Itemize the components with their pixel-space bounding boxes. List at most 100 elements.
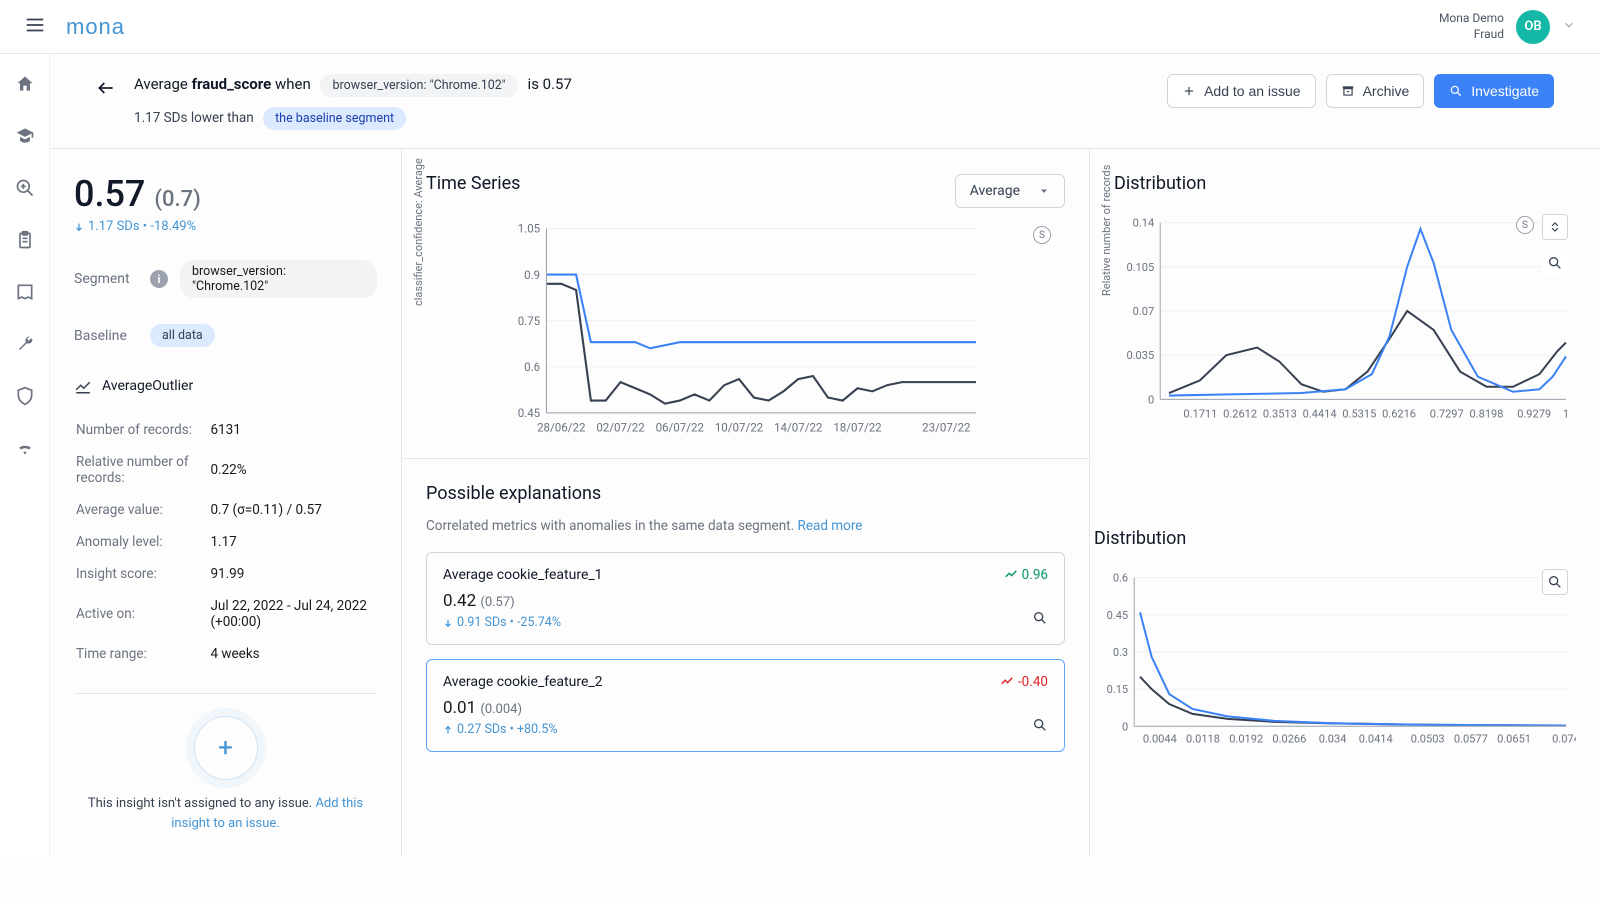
baseline-pill[interactable]: all data (150, 324, 215, 347)
user-project: Fraud (1439, 27, 1504, 43)
shield-icon[interactable] (15, 386, 35, 410)
exp-value: 0.01 (0.004) (443, 698, 1048, 718)
svg-text:0.0577: 0.0577 (1454, 732, 1488, 745)
exp-delta: 0.91 SDs • -25.74% (443, 615, 1048, 630)
distribution-chart[interactable]: Relative number of records S 00.0350.070… (1114, 208, 1576, 428)
exp-title: Average cookie_feature_1 (443, 567, 1048, 583)
logo[interactable]: mona (66, 14, 125, 40)
baseline-label: Baseline (74, 328, 138, 344)
svg-text:28/06/22: 28/06/22 (537, 421, 586, 435)
svg-text:0.105: 0.105 (1126, 261, 1154, 274)
wifi-icon[interactable] (15, 438, 35, 462)
svg-text:0.45: 0.45 (1107, 609, 1129, 622)
svg-text:06/07/22: 06/07/22 (656, 421, 705, 435)
explain-sub: Correlated metrics with anomalies in the… (426, 518, 1065, 534)
chevron-down-icon[interactable] (1562, 18, 1576, 36)
magnify-icon[interactable] (1542, 250, 1568, 276)
svg-text:0.0044: 0.0044 (1143, 732, 1177, 745)
svg-text:0.0192: 0.0192 (1229, 732, 1263, 745)
summary-value: 0.57 (0.7) (74, 173, 377, 215)
aggregation-select[interactable]: Average (955, 174, 1065, 208)
svg-text:02/07/22: 02/07/22 (596, 421, 645, 435)
menu-icon[interactable] (24, 14, 46, 40)
svg-text:0.15: 0.15 (1107, 683, 1129, 696)
subtitle-line: 1.17 SDs lower than the baseline segment (134, 107, 572, 130)
graduation-icon[interactable] (15, 126, 35, 150)
svg-text:0.1711: 0.1711 (1183, 407, 1217, 420)
summary-delta-text: 1.17 SDs • -18.49% (88, 219, 196, 234)
series-badge-icon[interactable]: S (1516, 216, 1534, 234)
svg-text:0: 0 (1122, 720, 1128, 733)
ts-ylabel: classifier_confidence: Average (412, 158, 425, 306)
explanation-card[interactable]: Average cookie_feature_20.01 (0.004)0.27… (426, 659, 1065, 752)
archive-button[interactable]: Archive (1326, 74, 1425, 108)
sub-prefix: 1.17 SDs lower than (134, 110, 254, 126)
svg-text:0.3: 0.3 (1113, 646, 1128, 659)
svg-text:0.14: 0.14 (1133, 217, 1155, 230)
clipboard-icon[interactable] (15, 230, 35, 254)
svg-text:0.0118: 0.0118 (1186, 732, 1220, 745)
row-anomaly: Anomaly level:1.17 (76, 527, 375, 557)
sidebar (0, 54, 50, 857)
info-icon[interactable]: i (150, 270, 168, 288)
distribution2-chart[interactable]: 00.150.30.450.60.00440.01180.01920.02660… (1094, 563, 1576, 753)
add-to-issue-button[interactable]: Add to an issue (1167, 74, 1316, 108)
svg-text:0.074: 0.074 (1552, 732, 1576, 745)
summary-table: Number of records:6131 Relative number o… (74, 413, 377, 671)
svg-text:0.75: 0.75 (518, 314, 541, 328)
aggregation-selected: Average (970, 183, 1020, 199)
svg-text:0.9: 0.9 (524, 268, 540, 282)
correlation-badge: 0.96 (1004, 567, 1048, 583)
insight-type-label: AverageOutlier (102, 378, 193, 394)
summary-panel: 0.57 (0.7) 1.17 SDs • -18.49% Segment i … (50, 148, 402, 857)
avatar[interactable]: OB (1516, 10, 1550, 44)
svg-text:0.6: 0.6 (524, 360, 540, 374)
magnify-icon[interactable] (1032, 717, 1048, 737)
magnify-icon[interactable] (1542, 569, 1568, 595)
timeseries-chart[interactable]: classifier_confidence: Average S 0.450.6… (426, 218, 1065, 438)
explanation-card[interactable]: Average cookie_feature_10.42 (0.57)0.91 … (426, 552, 1065, 645)
dist-ylabel: Relative number of records (1100, 165, 1113, 296)
series-badge-icon[interactable]: S (1033, 226, 1051, 244)
segment-pill[interactable]: browser_version: "Chrome.102" (180, 260, 377, 298)
insight-type: AverageOutlier (74, 377, 377, 395)
investigate-label: Investigate (1471, 83, 1539, 99)
add-to-issue-circle[interactable]: + (194, 716, 258, 780)
back-arrow-icon[interactable] (96, 78, 116, 103)
svg-text:0.5315: 0.5315 (1342, 407, 1376, 420)
svg-text:0.2612: 0.2612 (1223, 407, 1257, 420)
dist-title: Distribution (1114, 173, 1576, 194)
svg-text:0.0651: 0.0651 (1497, 732, 1531, 745)
svg-text:10/07/22: 10/07/22 (715, 421, 764, 435)
book-icon[interactable] (15, 282, 35, 306)
assign-text: This insight isn't assigned to any issue… (74, 794, 377, 833)
collapse-icon[interactable] (1542, 214, 1568, 240)
title-prefix: Average (134, 75, 188, 93)
svg-text:0.0266: 0.0266 (1272, 732, 1306, 745)
summary-value-main: 0.57 (74, 173, 145, 215)
title-suffix: is 0.57 (528, 75, 572, 93)
svg-text:1: 1 (1563, 407, 1569, 420)
title-mid: when (275, 75, 311, 93)
magnify-icon[interactable] (1032, 610, 1048, 630)
exp-title: Average cookie_feature_2 (443, 674, 1048, 690)
svg-text:0.7297: 0.7297 (1430, 407, 1464, 420)
investigate-button[interactable]: Investigate (1434, 74, 1554, 108)
explain-title: Possible explanations (426, 483, 1065, 504)
segment-chip[interactable]: browser_version: "Chrome.102" (320, 74, 517, 97)
svg-text:1.05: 1.05 (518, 222, 541, 236)
svg-text:0.0414: 0.0414 (1359, 732, 1393, 745)
row-range: Time range:4 weeks (76, 639, 375, 669)
svg-text:0.0503: 0.0503 (1411, 732, 1445, 745)
baseline-chip[interactable]: the baseline segment (263, 107, 406, 130)
add-to-issue-label: Add to an issue (1204, 83, 1301, 99)
svg-text:0.035: 0.035 (1126, 349, 1154, 362)
row-rel-records: Relative number of records:0.22% (76, 447, 375, 493)
magnify-plus-icon[interactable] (15, 178, 35, 202)
svg-text:0.45: 0.45 (518, 406, 541, 420)
wrench-icon[interactable] (15, 334, 35, 358)
read-more-link[interactable]: Read more (798, 518, 863, 534)
dist2-title: Distribution (1094, 528, 1576, 549)
home-icon[interactable] (15, 74, 35, 98)
summary-delta: 1.17 SDs • -18.49% (74, 219, 377, 234)
